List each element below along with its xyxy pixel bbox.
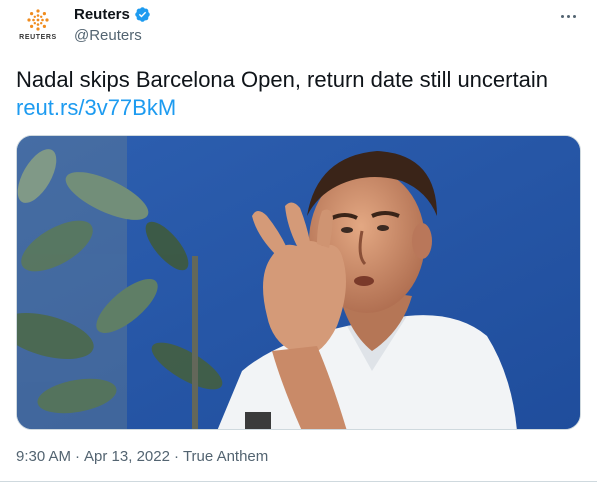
avatar[interactable]: REUTERS bbox=[17, 6, 59, 48]
meta-separator: · bbox=[173, 448, 179, 465]
meta-separator: · bbox=[75, 448, 81, 465]
name-row: Reuters bbox=[74, 6, 151, 23]
tweet-body: Nadal skips Barcelona Open, return date … bbox=[16, 66, 586, 122]
user-handle[interactable]: @Reuters bbox=[74, 27, 142, 44]
logo-wordmark: REUTERS bbox=[19, 34, 57, 41]
reuters-logo-icon bbox=[27, 9, 49, 31]
tweet: REUTERS Reuters @Reuters Nadal skips Bar… bbox=[0, 0, 597, 482]
tweet-time[interactable]: 9:30 AM bbox=[16, 448, 71, 465]
more-options-icon[interactable] bbox=[557, 6, 579, 26]
tweet-text: Nadal skips Barcelona Open, return date … bbox=[16, 67, 548, 92]
tweet-meta: 9:30 AM · Apr 13, 2022 · True Anthem bbox=[16, 448, 268, 465]
verified-badge-icon bbox=[135, 7, 150, 22]
tweet-photo[interactable] bbox=[16, 135, 581, 430]
tweet-link[interactable]: reut.rs/3v77BkM bbox=[16, 94, 586, 122]
tweet-source[interactable]: True Anthem bbox=[183, 448, 268, 465]
tweet-date[interactable]: Apr 13, 2022 bbox=[84, 448, 170, 465]
photo-illustration bbox=[17, 136, 580, 429]
display-name[interactable]: Reuters bbox=[74, 6, 130, 23]
